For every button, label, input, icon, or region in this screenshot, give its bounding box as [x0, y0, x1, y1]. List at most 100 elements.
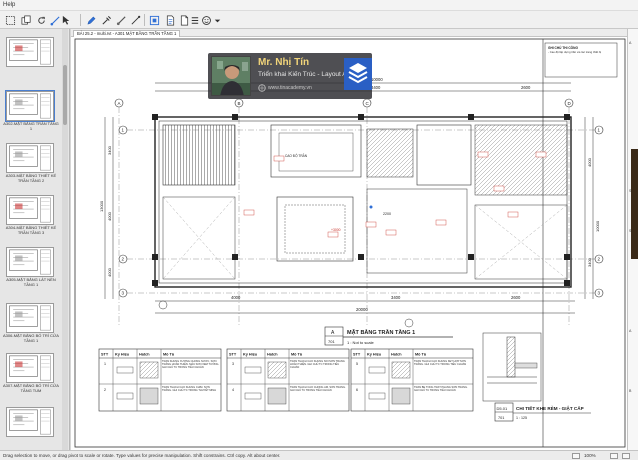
document-icon[interactable]	[164, 14, 176, 26]
ceiling-recess	[278, 132, 354, 172]
dimension-bottom: 4000	[231, 295, 241, 300]
document-tab[interactable]: BẢI 25.2 - multi.rvt - A301 MẶT BẰNG TRẦ…	[73, 30, 181, 37]
stair-zone	[366, 128, 414, 178]
legend-stt-cell: 5	[356, 362, 358, 366]
room-ceiling-panel	[416, 124, 472, 186]
notes-text-wrapper: - Cao độ lắp dựng trần và các trang thiế…	[548, 51, 601, 54]
presenter-subtitle: Triển khai Kiến Trúc - Layout Arc	[258, 71, 353, 78]
detail-sheet-number: 701	[498, 416, 504, 420]
structural-column	[152, 280, 158, 286]
sheet-thumbnail[interactable]	[6, 407, 54, 437]
legend-description-wrapper: TRẦN THẠCH CAO KHUNG NỔI SƠN TRẮNG HOÀN …	[290, 360, 345, 369]
legend-stt-cell: 3	[232, 362, 234, 366]
legend-description-cell: TRẦN THẠCH CAO CHỐNG ẨM. SƠN TRẮNG. GHI …	[290, 385, 346, 392]
room-ceiling-panel	[366, 188, 468, 274]
room-tag-label: CAO ĐỘ TRẦN	[285, 153, 308, 158]
list-icon[interactable]	[188, 14, 200, 26]
legend-hatch-swatch	[139, 387, 159, 405]
toolbar	[0, 11, 638, 29]
detail-scale: 1 : 125	[516, 416, 527, 420]
legend-symbol	[244, 392, 262, 400]
legend-header-cell: STT	[101, 353, 109, 357]
structural-column	[232, 114, 238, 120]
select-tool-icon[interactable]	[4, 14, 16, 26]
detail-title: CHI TIẾT KHE RÈM - GIẬT CẤP	[516, 404, 584, 411]
sheet-thumbnail[interactable]	[6, 143, 54, 173]
structural-column	[232, 254, 238, 260]
dimension-bottom: 3400	[391, 295, 401, 300]
properties-strip: ASSAB	[627, 29, 638, 450]
structural-column	[564, 114, 570, 120]
selection-pivot-handle[interactable]	[369, 205, 373, 209]
frame-icon[interactable]	[148, 14, 160, 26]
sheet-thumbnail[interactable]	[6, 303, 54, 333]
presenter-photo	[211, 56, 251, 96]
legend-stt-cell: 2	[104, 388, 106, 392]
legend-symbol	[368, 366, 386, 374]
pen-icon[interactable]	[85, 14, 97, 26]
legend-hatch-swatch	[267, 361, 287, 379]
detail-number: D5.01	[497, 406, 508, 411]
ceiling-level-tag	[535, 151, 547, 158]
dimension-left: 4000	[107, 211, 112, 221]
legend-symbol	[244, 366, 262, 374]
property-marker: B	[629, 389, 632, 393]
room-tag-level: +3000	[331, 228, 341, 232]
copy-icon[interactable]	[20, 14, 32, 26]
pointer-dropdown-icon[interactable]	[60, 14, 72, 26]
sheet-thumbnail-label: A304-MẶT BẰNG THIẾT KẾ TRẦN TẦNG 3	[5, 225, 57, 235]
document-tab-strip: BẢI 25.2 - multi.rvt - A301 MẶT BẰNG TRẦ…	[71, 29, 627, 37]
zoom-level[interactable]: 100%	[584, 453, 596, 458]
status-filter-button[interactable]	[622, 453, 630, 459]
ceiling-level-tag	[435, 219, 447, 226]
sheet-thumbnail[interactable]	[6, 195, 54, 225]
rotate-icon[interactable]	[35, 14, 47, 26]
legend-header-cell: Mô Tả	[163, 353, 175, 357]
legend-description-cell: TRẦN KHUNG XƯƠNG CHỐNG NƯỚC, SƠN TRẮNG H…	[162, 359, 220, 369]
status-settings-button[interactable]	[610, 453, 618, 459]
sidebar-scrollbar-thumb[interactable]	[63, 65, 67, 125]
legend-description-cell: TRẦN THẠCH CAO KHUNG KẾT HỢP SƠN TRẮNG. …	[414, 359, 467, 366]
legend-description-cell: TRẦN BÊ TÔNG TRÁT PHẲNG SƠN TRẮNG. GHI C…	[414, 385, 468, 392]
structural-column	[358, 254, 364, 260]
legend-symbol	[116, 392, 134, 400]
menu-help[interactable]: Help	[3, 2, 15, 8]
ceiling-level-tag	[243, 209, 255, 216]
legend-description-cell: TRẦN THẠCH CAO KHUNG CHÌM. SƠN TRẮNG. GH…	[162, 385, 216, 392]
chevron-down-icon[interactable]	[211, 14, 223, 26]
sheet-thumbnail-label: A302-MẶT BẰNG TRẦN TẦNG 1	[3, 121, 59, 131]
legend-description-wrapper: TRẦN KHUNG XƯƠNG CHỐNG NƯỚC, SƠN TRẮNG H…	[162, 359, 220, 369]
eyedropper-icon[interactable]	[100, 14, 112, 26]
legend-hatch-swatch	[139, 361, 159, 379]
structural-column	[358, 114, 364, 120]
ceiling-level-tag	[327, 231, 339, 238]
structural-column	[564, 280, 570, 286]
sheet-thumbnail[interactable]	[5, 90, 55, 122]
dimension-left: 4000	[107, 267, 112, 277]
room-tag-dimension: 2200	[383, 212, 391, 216]
line-tool-icon[interactable]	[129, 14, 141, 26]
toolbar-separator	[80, 14, 81, 26]
sidebar-scrollbar[interactable]	[62, 29, 68, 450]
ceiling-hatched-zone	[474, 124, 568, 196]
status-toggle-button[interactable]	[572, 453, 580, 459]
legend-symbol	[116, 366, 134, 374]
property-marker: A	[629, 41, 632, 45]
legend-description-wrapper: TRẦN THẠCH CAO CHỐNG ẨM. SƠN TRẮNG. GHI …	[290, 385, 346, 392]
sheet-thumbnail-label: A305-MẶT BẰNG LÁT NỀN TẦNG 1	[6, 277, 56, 287]
legend-header-cell: Hatch	[391, 353, 402, 357]
ceiling-level-tag	[385, 229, 397, 236]
brush-icon[interactable]	[115, 14, 127, 26]
ceiling-level-tag	[507, 211, 519, 218]
presenter-banner: Mr. Nhị Tín Triển khai Kiến Trúc - Layou…	[208, 53, 372, 99]
section-marker	[404, 318, 414, 328]
sheet-thumbnail-panel: A302-MẶT BẰNG TRẦN TẦNG 1 A303-MẶT BẰNG T…	[0, 29, 70, 450]
view-sheet-number: 701	[328, 339, 335, 344]
academy-logo	[344, 58, 372, 90]
sheet-thumbnail[interactable]	[6, 37, 54, 67]
legend-symbol	[368, 392, 386, 400]
legend-header-cell: STT	[353, 353, 361, 357]
sheet-thumbnail[interactable]	[6, 247, 54, 277]
sheet-thumbnail[interactable]	[6, 353, 54, 383]
sheet-thumbnail-label: A306-MẶT BẰNG BỐ TRÍ CỬA TẦNG 1	[3, 333, 59, 343]
